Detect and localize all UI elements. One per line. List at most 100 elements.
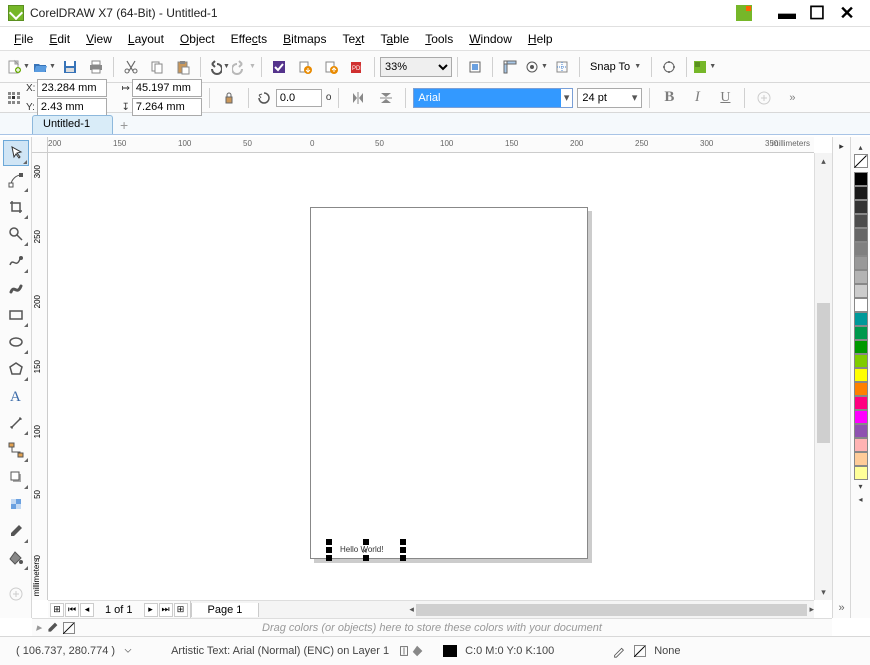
horizontal-scrollbar[interactable]: ◂ ▸ [259, 604, 814, 616]
color-swatch[interactable] [854, 340, 868, 354]
menu-view[interactable]: View [78, 29, 120, 49]
save-button[interactable] [58, 55, 82, 79]
publish-pdf-button[interactable]: PDF [345, 55, 369, 79]
menu-file[interactable]: File [6, 29, 41, 49]
vertical-scrollbar[interactable]: ▴ ▾ [814, 153, 832, 600]
parallel-dimension-tool[interactable] [3, 410, 29, 436]
ruler-origin[interactable] [32, 137, 48, 153]
color-swatch[interactable] [854, 312, 868, 326]
cut-button[interactable] [119, 55, 143, 79]
eyedropper-icon[interactable] [46, 621, 59, 634]
color-swatch[interactable] [854, 242, 868, 256]
lock-ratio-button[interactable] [217, 86, 241, 110]
rotation-input[interactable] [276, 89, 322, 107]
add-page-after-button[interactable]: ⊞ [174, 603, 188, 617]
height-input[interactable] [132, 98, 202, 116]
menu-edit[interactable]: Edit [41, 29, 78, 49]
connector-tool[interactable] [3, 437, 29, 463]
fill-color-panel[interactable]: C:0 M:0 Y:0 K:100 [435, 645, 562, 657]
color-swatch[interactable] [854, 396, 868, 410]
export-button[interactable] [319, 55, 343, 79]
menu-window[interactable]: Window [461, 29, 520, 49]
mirror-v-button[interactable] [374, 86, 398, 110]
palette-menu-button[interactable]: ▸ [36, 621, 42, 634]
underline-button[interactable]: U [713, 86, 737, 110]
selection-handle[interactable] [400, 547, 406, 553]
width-input[interactable] [132, 79, 202, 97]
font-size-select[interactable]: 24 pt▾ [577, 88, 642, 108]
copy-button[interactable] [145, 55, 169, 79]
color-swatch[interactable] [854, 382, 868, 396]
menu-object[interactable]: Object [172, 29, 223, 49]
page-tab[interactable]: Page 1 [191, 603, 260, 617]
close-button[interactable]: ✕ [832, 4, 862, 22]
scroll-down-button[interactable]: ▾ [815, 584, 832, 600]
doc-palette-no-color[interactable] [63, 622, 75, 634]
menu-effects[interactable]: Effects [223, 29, 275, 49]
menu-tools[interactable]: Tools [417, 29, 461, 49]
color-swatch[interactable] [854, 368, 868, 382]
color-swatch[interactable] [854, 284, 868, 298]
shape-tool[interactable] [3, 167, 29, 193]
selection-handle[interactable] [326, 555, 332, 561]
drop-shadow-tool[interactable] [3, 464, 29, 490]
font-family-select[interactable]: ▾ [413, 88, 573, 108]
zoom-tool[interactable] [3, 221, 29, 247]
color-swatch[interactable] [854, 326, 868, 340]
color-swatch[interactable] [854, 186, 868, 200]
no-fill-swatch[interactable] [854, 154, 868, 168]
menu-help[interactable]: Help [520, 29, 561, 49]
paste-button[interactable] [171, 55, 195, 79]
new-tab-button[interactable]: + [115, 116, 133, 134]
polygon-tool[interactable] [3, 356, 29, 382]
color-swatch[interactable] [854, 172, 868, 186]
menu-table[interactable]: Table [373, 29, 418, 49]
bold-button[interactable]: B [657, 86, 681, 110]
first-page-button[interactable]: ⏮ [65, 603, 79, 617]
vscroll-thumb[interactable] [817, 303, 830, 443]
zoom-select[interactable]: 33% [380, 57, 452, 77]
page[interactable] [310, 207, 588, 559]
artistic-media-tool[interactable] [3, 275, 29, 301]
menu-bitmaps[interactable]: Bitmaps [275, 29, 334, 49]
fullscreen-button[interactable] [463, 55, 487, 79]
eyedropper-tool[interactable] [3, 518, 29, 544]
show-grid-button[interactable]: ▼ [524, 55, 548, 79]
undo-button[interactable]: ▼ [206, 55, 230, 79]
last-page-button[interactable]: ⏭ [159, 603, 173, 617]
color-swatch[interactable] [854, 228, 868, 242]
add-button[interactable] [752, 86, 776, 110]
new-button[interactable]: ▼ [6, 55, 30, 79]
x-position-input[interactable] [37, 79, 107, 97]
color-swatch[interactable] [854, 200, 868, 214]
open-button[interactable]: ▼ [32, 55, 56, 79]
color-swatch[interactable] [854, 424, 868, 438]
selection-handle[interactable] [400, 555, 406, 561]
toolbar-overflow-button[interactable]: » [780, 86, 804, 110]
scroll-up-button[interactable]: ▴ [815, 153, 832, 169]
selection-handle[interactable] [326, 539, 332, 545]
show-guidelines-button[interactable] [550, 55, 574, 79]
selection-handle[interactable] [400, 539, 406, 545]
rectangle-tool[interactable] [3, 302, 29, 328]
color-swatch[interactable] [854, 466, 868, 480]
y-position-input[interactable] [37, 98, 107, 116]
drawing-canvas[interactable]: Hello World! × [48, 153, 814, 600]
options-button[interactable] [657, 55, 681, 79]
maximize-button[interactable]: ☐ [802, 4, 832, 22]
status-flyout-icon[interactable] [123, 643, 133, 659]
document-palette-bar[interactable]: ▸ Drag colors (or objects) here to store… [32, 618, 832, 636]
palette-scroll-down[interactable]: ▾ [858, 480, 862, 493]
add-page-button[interactable]: ⊞ [50, 603, 64, 617]
palette-flyout-button[interactable]: ◂ [858, 493, 862, 506]
document-tab[interactable]: Untitled-1 [32, 115, 113, 134]
import-button[interactable] [293, 55, 317, 79]
freehand-tool[interactable] [3, 248, 29, 274]
menu-layout[interactable]: Layout [120, 29, 172, 49]
ellipse-tool[interactable] [3, 329, 29, 355]
selection-handle[interactable] [363, 539, 369, 545]
transparency-tool[interactable] [3, 491, 29, 517]
color-swatch[interactable] [854, 354, 868, 368]
mirror-h-button[interactable] [346, 86, 370, 110]
app-launch-button[interactable]: ▼ [692, 55, 716, 79]
